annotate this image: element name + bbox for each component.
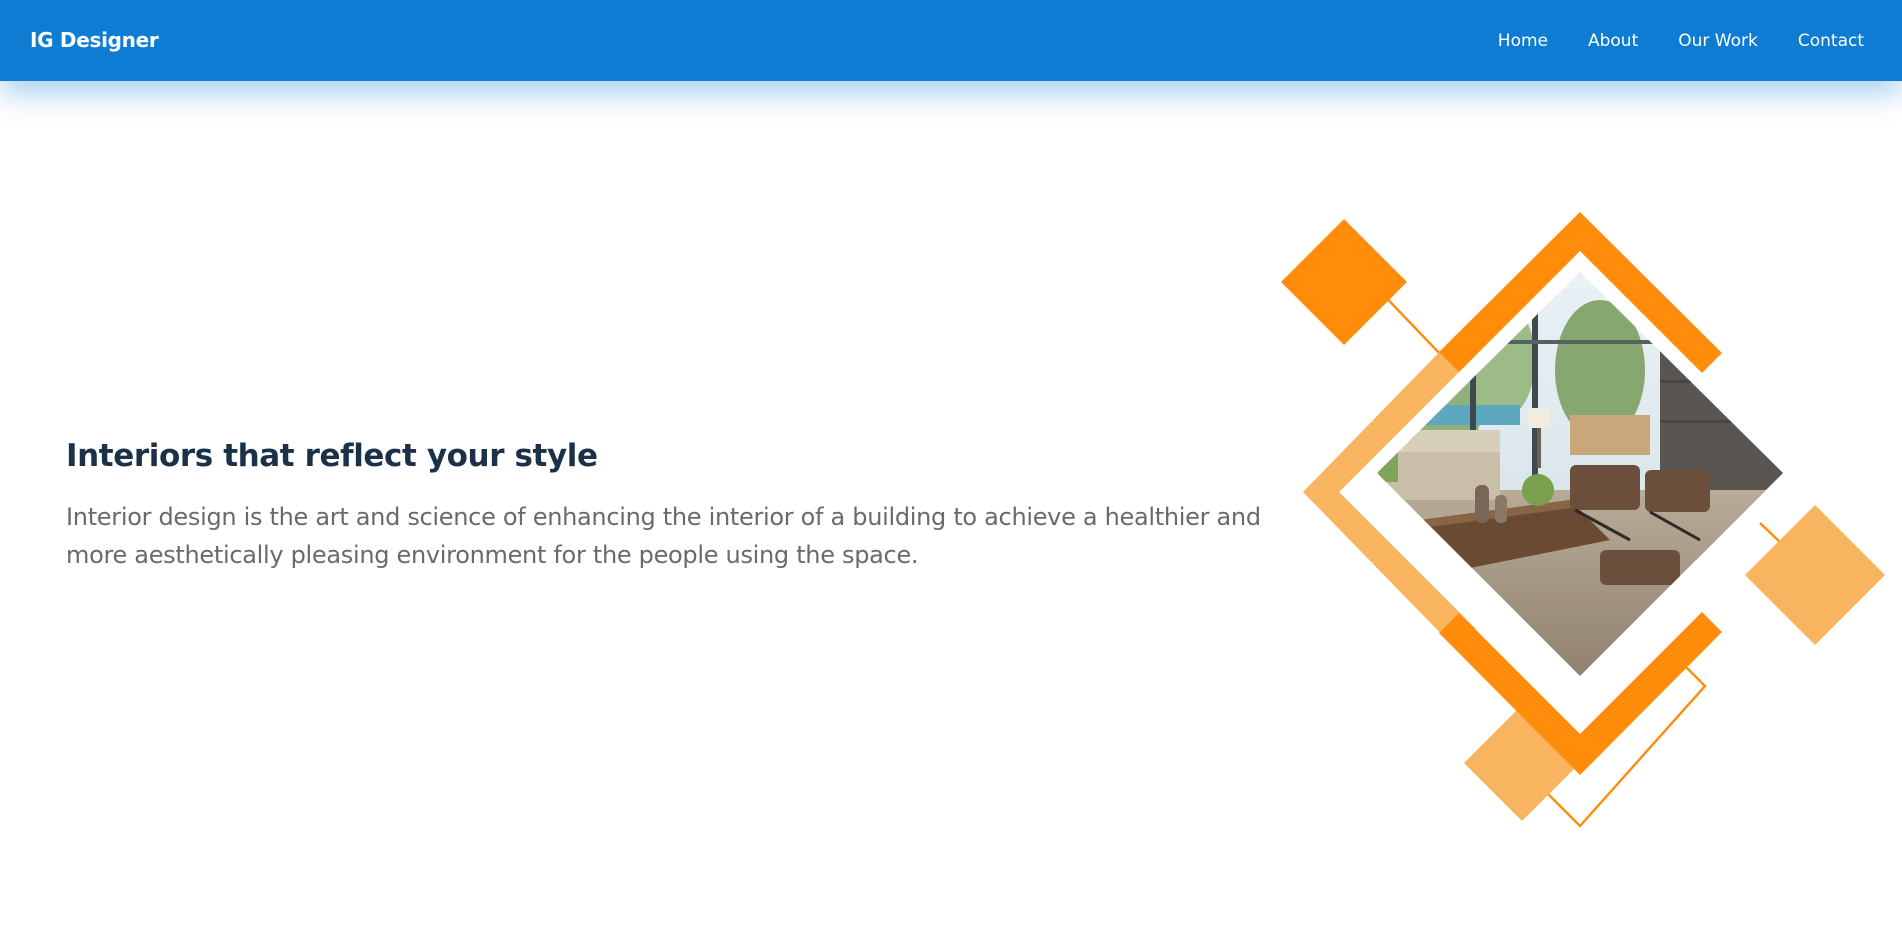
main-nav: Home About Our Work Contact	[1498, 0, 1864, 81]
nav-our-work-link[interactable]: Our Work	[1678, 31, 1758, 51]
nav-about-link[interactable]: About	[1588, 31, 1638, 51]
hero-illustration	[1281, 212, 1885, 828]
hero-description: Interior design is the art and science o…	[66, 503, 1261, 569]
living-room-photo	[1377, 272, 1783, 676]
hero-section: Interiors that reflect your style Interi…	[66, 438, 1306, 574]
brand-logo[interactable]: IG Designer	[30, 0, 159, 81]
nav-home-link[interactable]: Home	[1498, 31, 1548, 51]
top-navbar: IG Designer Home About Our Work Contact	[0, 0, 1902, 81]
nav-contact-link[interactable]: Contact	[1798, 31, 1864, 51]
hero-title: Interiors that reflect your style	[66, 438, 598, 474]
orange-square-top-left	[1281, 219, 1407, 345]
light-orange-square-right	[1745, 505, 1885, 645]
